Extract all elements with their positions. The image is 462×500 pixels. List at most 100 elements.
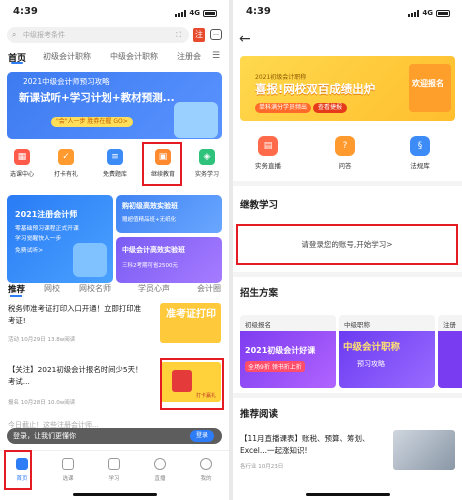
entry-checkin[interactable]: ✓ 打卡有礼 bbox=[46, 149, 86, 178]
news-title[interactable]: 【关注】2021初级会计报名时间少5天！考试... bbox=[8, 364, 148, 388]
entry-course-center[interactable]: ▦ 选课中心 bbox=[2, 149, 42, 178]
tab-junior[interactable]: 初级会计职称 bbox=[43, 51, 91, 62]
battery-icon bbox=[203, 9, 217, 17]
message-icon[interactable]: … bbox=[210, 29, 222, 40]
login-to-study-link[interactable]: 请登录您的账号,开始学习> bbox=[236, 224, 458, 265]
banner-top-text: 2021中级会计师预习攻略 bbox=[23, 77, 110, 86]
home-indicator bbox=[306, 493, 390, 496]
nav-course[interactable]: 选课 bbox=[52, 458, 84, 482]
status-bar: 4:39 4G bbox=[233, 0, 462, 24]
news-thumbnail[interactable]: 准考证打印 bbox=[160, 303, 221, 343]
plan-head: 初级报名 bbox=[245, 321, 271, 329]
tab-intermediate[interactable]: 中级会计职称 bbox=[110, 51, 158, 62]
entry-law[interactable]: § 法规库 bbox=[400, 136, 440, 170]
menu-icon[interactable]: ☰ bbox=[212, 51, 220, 61]
plan-card-cpa[interactable]: 注册 bbox=[438, 315, 462, 388]
card-subtitle: 赠超值精品班+无纸化 bbox=[122, 217, 177, 223]
highlight-box bbox=[142, 142, 182, 186]
banner-badge: 欢迎报名 bbox=[409, 64, 451, 112]
news-meta: 报名 10月28日 10.0w阅读 bbox=[8, 400, 76, 406]
login-prompt-text: 登录，让我们更懂你 bbox=[13, 432, 76, 440]
nav-mine[interactable]: 我的 bbox=[190, 458, 222, 482]
status-time: 4:39 bbox=[246, 6, 271, 17]
qa-icon: ? bbox=[335, 136, 355, 156]
banner-pill: 单科满分学员频出 bbox=[255, 103, 312, 113]
search-placeholder: 中级报考条件 bbox=[23, 31, 65, 39]
junior-class-card[interactable]: 购初级高效实验班 赠超值精品班+无纸化 bbox=[116, 195, 222, 233]
reading-thumbnail[interactable] bbox=[393, 430, 455, 470]
login-button[interactable]: 登录 bbox=[190, 430, 214, 442]
feed-tab-recommend[interactable]: 推荐 bbox=[8, 283, 25, 295]
feed-tab-teachers[interactable]: 网校名师 bbox=[79, 283, 111, 294]
view-news-button[interactable]: 查看捷报 bbox=[313, 103, 348, 113]
left-screen: 4:39 4G ⌕ 中级报考条件 ⛶ 注 … 首页 初级会计职称 中级会计职称 … bbox=[0, 0, 229, 500]
search-icon: ⌕ bbox=[12, 30, 17, 39]
banner-subtitle: 2021初级会计职称 bbox=[255, 74, 307, 81]
plan-head: 注册 bbox=[443, 321, 456, 329]
entry-practice[interactable]: ◈ 实务学习 bbox=[187, 149, 227, 178]
right-screen: 4:39 4G ← 2021初级会计职称 喜报!网校双百成绩出炉 单科满分学员频… bbox=[233, 0, 462, 500]
entry-qa[interactable]: ? 问答 bbox=[325, 136, 365, 170]
plan-card-intermediate[interactable]: 中级职称 中级会计职称 预习攻略 bbox=[339, 315, 435, 388]
network-label: 4G bbox=[422, 9, 433, 17]
login-prompt-bar: 登录，让我们更懂你 登录 bbox=[7, 428, 222, 444]
checkin-icon: ✓ bbox=[58, 149, 74, 165]
plan-card-junior[interactable]: 初级报名 2021初级会计好课 全场9折 领书折上折 bbox=[240, 315, 336, 388]
status-bar: 4:39 4G bbox=[0, 0, 229, 24]
book-icon bbox=[108, 458, 120, 470]
search-input[interactable]: ⌕ 中级报考条件 ⛶ bbox=[7, 27, 189, 43]
back-arrow-icon[interactable]: ← bbox=[239, 31, 251, 47]
highlight-box bbox=[4, 450, 32, 490]
nav-study[interactable]: 学习 bbox=[98, 458, 130, 482]
feed-tab-voices[interactable]: 学员心声 bbox=[138, 283, 170, 294]
signal-icon bbox=[408, 9, 420, 17]
card-title: 购初级高效实验班 bbox=[122, 202, 178, 210]
law-icon: § bbox=[410, 136, 430, 156]
question-bank-icon: ≡ bbox=[107, 149, 123, 165]
cpa-promo-card[interactable]: 2021注册会计师 零基础预习课程正式开课 学习觉醒快人一步 免费试听> bbox=[7, 195, 113, 283]
network-label: 4G bbox=[189, 9, 200, 17]
plan-image: 中级会计职称 预习攻略 bbox=[339, 331, 435, 388]
card-illustration bbox=[73, 243, 107, 277]
promo-banner[interactable]: 2021中级会计师预习攻略 新课试听+学习计划+教材预测... "会"人一步 胜… bbox=[7, 72, 222, 139]
tab-indicator bbox=[11, 62, 23, 64]
card-title: 2021注册会计师 bbox=[15, 210, 78, 219]
highlight-box bbox=[160, 358, 224, 410]
signal-icon bbox=[175, 9, 187, 17]
card-pill: 免费试听> bbox=[15, 248, 44, 254]
plans-heading: 招生方案 bbox=[240, 288, 279, 299]
nav-live[interactable]: 直播 bbox=[144, 458, 176, 482]
result-banner[interactable]: 2021初级会计职称 喜报!网校双百成绩出炉 单科满分学员频出 查看捷报 欢迎报… bbox=[240, 56, 455, 121]
card-line1: 零基础预习课程正式开课 bbox=[15, 226, 79, 232]
card-title: 中级会计高效实验班 bbox=[122, 246, 185, 254]
status-time: 4:39 bbox=[13, 6, 38, 17]
feed-tabs: 推荐 网校 网校名师 学员心声 会计圈 bbox=[0, 283, 229, 300]
practice-icon: ◈ bbox=[199, 149, 215, 165]
divider bbox=[233, 181, 462, 186]
tab-cpa[interactable]: 注册会 bbox=[177, 51, 207, 62]
divider bbox=[233, 393, 462, 398]
feed-tab-circle[interactable]: 会计圈 bbox=[197, 283, 229, 294]
plan-image bbox=[438, 331, 462, 388]
scan-icon[interactable]: ⛶ bbox=[176, 27, 181, 43]
live-icon: ▤ bbox=[258, 136, 278, 156]
news-meta: 活动 10月29日 13.8w阅读 bbox=[8, 337, 76, 343]
bottom-nav: 首页 选课 学习 直播 我的 bbox=[0, 450, 229, 488]
reading-meta: 各行业 10月23日 bbox=[240, 464, 284, 470]
plan-image: 2021初级会计好课 全场9折 领书折上折 bbox=[240, 331, 336, 388]
intermediate-class-card[interactable]: 中级会计高效实验班 三科2考期可省2500元 bbox=[116, 237, 222, 283]
reading-title[interactable]: 【11月直播课表】账税、预算、筹划、Excel...一起涨知识! bbox=[240, 433, 390, 457]
continue-heading: 继教学习 bbox=[240, 200, 279, 211]
news-title[interactable]: 税务师准考证打印入口开通！立即打印准考证! bbox=[8, 303, 148, 327]
feed-tab-school[interactable]: 网校 bbox=[44, 283, 60, 294]
card-line2: 学习觉醒快人一步 bbox=[15, 236, 62, 242]
divider bbox=[233, 272, 462, 277]
entry-question-bank[interactable]: ≡ 免费题库 bbox=[95, 149, 135, 178]
feed-tab-indicator bbox=[10, 295, 22, 297]
banner-title: 喜报!网校双百成绩出炉 bbox=[255, 82, 376, 96]
plan-head: 中级职称 bbox=[344, 321, 370, 329]
calendar-icon[interactable]: 注 bbox=[193, 28, 205, 42]
entry-live[interactable]: ▤ 实务直播 bbox=[248, 136, 288, 170]
play-icon bbox=[154, 458, 166, 470]
banner-pill: "会"人一步 胜券在握 GO> bbox=[51, 117, 133, 127]
